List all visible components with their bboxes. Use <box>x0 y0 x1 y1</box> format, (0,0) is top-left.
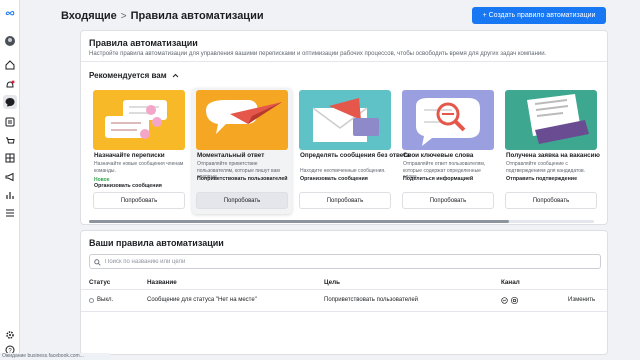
rule-status[interactable]: Выкл. <box>89 297 113 303</box>
ads-icon[interactable] <box>3 170 17 184</box>
search-input[interactable] <box>105 258 555 265</box>
assign-chat-illustration <box>93 90 185 150</box>
rules-card: Ваши правила автоматизации Статус Назван… <box>80 230 608 355</box>
recommendation-card[interactable]: Свои ключевые слова Отправляйте ответ по… <box>398 88 498 214</box>
recommended-toggle[interactable]: Рекомендуется вам <box>89 71 179 80</box>
shop-icon[interactable] <box>3 134 17 148</box>
automation-card: Правила автоматизации Настройте правила … <box>80 30 608 225</box>
notifications-icon[interactable] <box>3 78 17 92</box>
menu-icon[interactable] <box>3 206 17 220</box>
try-button[interactable]: Попробовать <box>196 192 288 209</box>
inbox-icon[interactable] <box>3 95 17 109</box>
table-divider <box>81 289 607 290</box>
column-name[interactable]: Название <box>147 279 177 286</box>
breadcrumb: Входящие > Правила автоматизации <box>61 10 264 22</box>
automation-description: Настройте правила автоматизации для упра… <box>89 51 547 57</box>
edit-rule-button[interactable]: Изменить <box>568 297 595 303</box>
scrollbar-thumb[interactable] <box>89 220 509 223</box>
card-goal: Поприветствовать пользователей <box>197 176 288 182</box>
recommendation-card[interactable]: Получена заявка на вакансию Отправляйте … <box>501 88 601 214</box>
card-goal: Организовать сообщения <box>300 176 368 182</box>
card-goal: Поделиться информацией <box>403 176 474 182</box>
meta-logo-icon[interactable] <box>3 6 17 20</box>
instagram-icon <box>511 297 518 306</box>
envelope-illustration <box>299 90 391 150</box>
card-goal: Организовать сообщения <box>94 183 162 189</box>
create-rule-button-label: + Создать правило автоматизации <box>482 12 596 19</box>
chevron-up-icon <box>172 71 179 80</box>
card-title: Назначайте переписки <box>94 152 165 159</box>
breadcrumb-separator: > <box>120 10 127 22</box>
paper-plane-illustration <box>196 90 288 150</box>
nav-rail: ? <box>0 0 20 360</box>
recommended-label: Рекомендуется вам <box>89 71 167 80</box>
avatar[interactable] <box>3 34 17 48</box>
table-divider <box>81 311 607 312</box>
recommendation-carousel: Назначайте переписки Назначайте новые со… <box>89 88 604 218</box>
browser-status-bar: Ожидание business.facebook.com... <box>0 353 110 360</box>
search-icon <box>94 253 101 271</box>
rule-channels <box>501 297 518 306</box>
rule-goal: Поприветствовать пользователей <box>324 297 419 303</box>
automation-title: Правила автоматизации <box>89 38 198 48</box>
messenger-icon <box>501 297 508 306</box>
search-box[interactable] <box>89 254 601 269</box>
home-icon[interactable] <box>3 58 17 72</box>
breadcrumb-inbox[interactable]: Входящие <box>61 10 117 22</box>
card-description: Отправляйте сообщение с подтверждением д… <box>506 161 586 174</box>
try-button[interactable]: Попробовать <box>402 192 494 209</box>
try-button[interactable]: Попробовать <box>299 192 391 209</box>
try-button[interactable]: Попробовать <box>93 192 185 209</box>
column-goal[interactable]: Цель <box>324 279 340 286</box>
carousel-scrollbar[interactable] <box>89 220 594 223</box>
column-channel[interactable]: Канал <box>501 279 520 286</box>
card-title: Получена заявка на вакансию <box>506 152 600 159</box>
rule-name[interactable]: Сообщение для статуса "Нет на месте" <box>147 297 257 303</box>
insights-icon[interactable] <box>3 188 17 202</box>
grid-icon[interactable] <box>3 151 17 165</box>
recommendation-card[interactable]: Определять сообщения без ответа Находите… <box>295 88 410 214</box>
posts-icon[interactable] <box>3 115 17 129</box>
card-goal: Отправить подтверждение <box>506 176 578 182</box>
rules-title: Ваши правила автоматизации <box>89 238 224 248</box>
card-description: Находите неотвеченные сообщения. <box>300 168 386 174</box>
status-toggle-icon[interactable] <box>89 297 94 303</box>
application-illustration <box>505 90 597 150</box>
divider <box>81 61 607 62</box>
card-title: Определять сообщения без ответа <box>300 152 410 159</box>
page-title: Правила автоматизации <box>130 10 264 22</box>
settings-icon[interactable] <box>3 328 17 342</box>
create-rule-button[interactable]: + Создать правило автоматизации <box>472 7 606 24</box>
card-title: Свои ключевые слова <box>403 152 474 159</box>
recommendation-card[interactable]: Назначайте переписки Назначайте новые со… <box>89 88 189 214</box>
keyword-search-illustration <box>402 90 494 150</box>
try-button[interactable]: Попробовать <box>505 192 597 209</box>
card-description: Назначайте новые сообщения членам команд… <box>94 161 184 174</box>
column-status[interactable]: Статус <box>89 279 110 286</box>
recommendation-card[interactable]: Моментальный ответ Отправляйте приветств… <box>192 88 292 214</box>
rule-status-label: Выкл. <box>97 297 114 303</box>
card-title: Моментальный ответ <box>197 152 265 159</box>
